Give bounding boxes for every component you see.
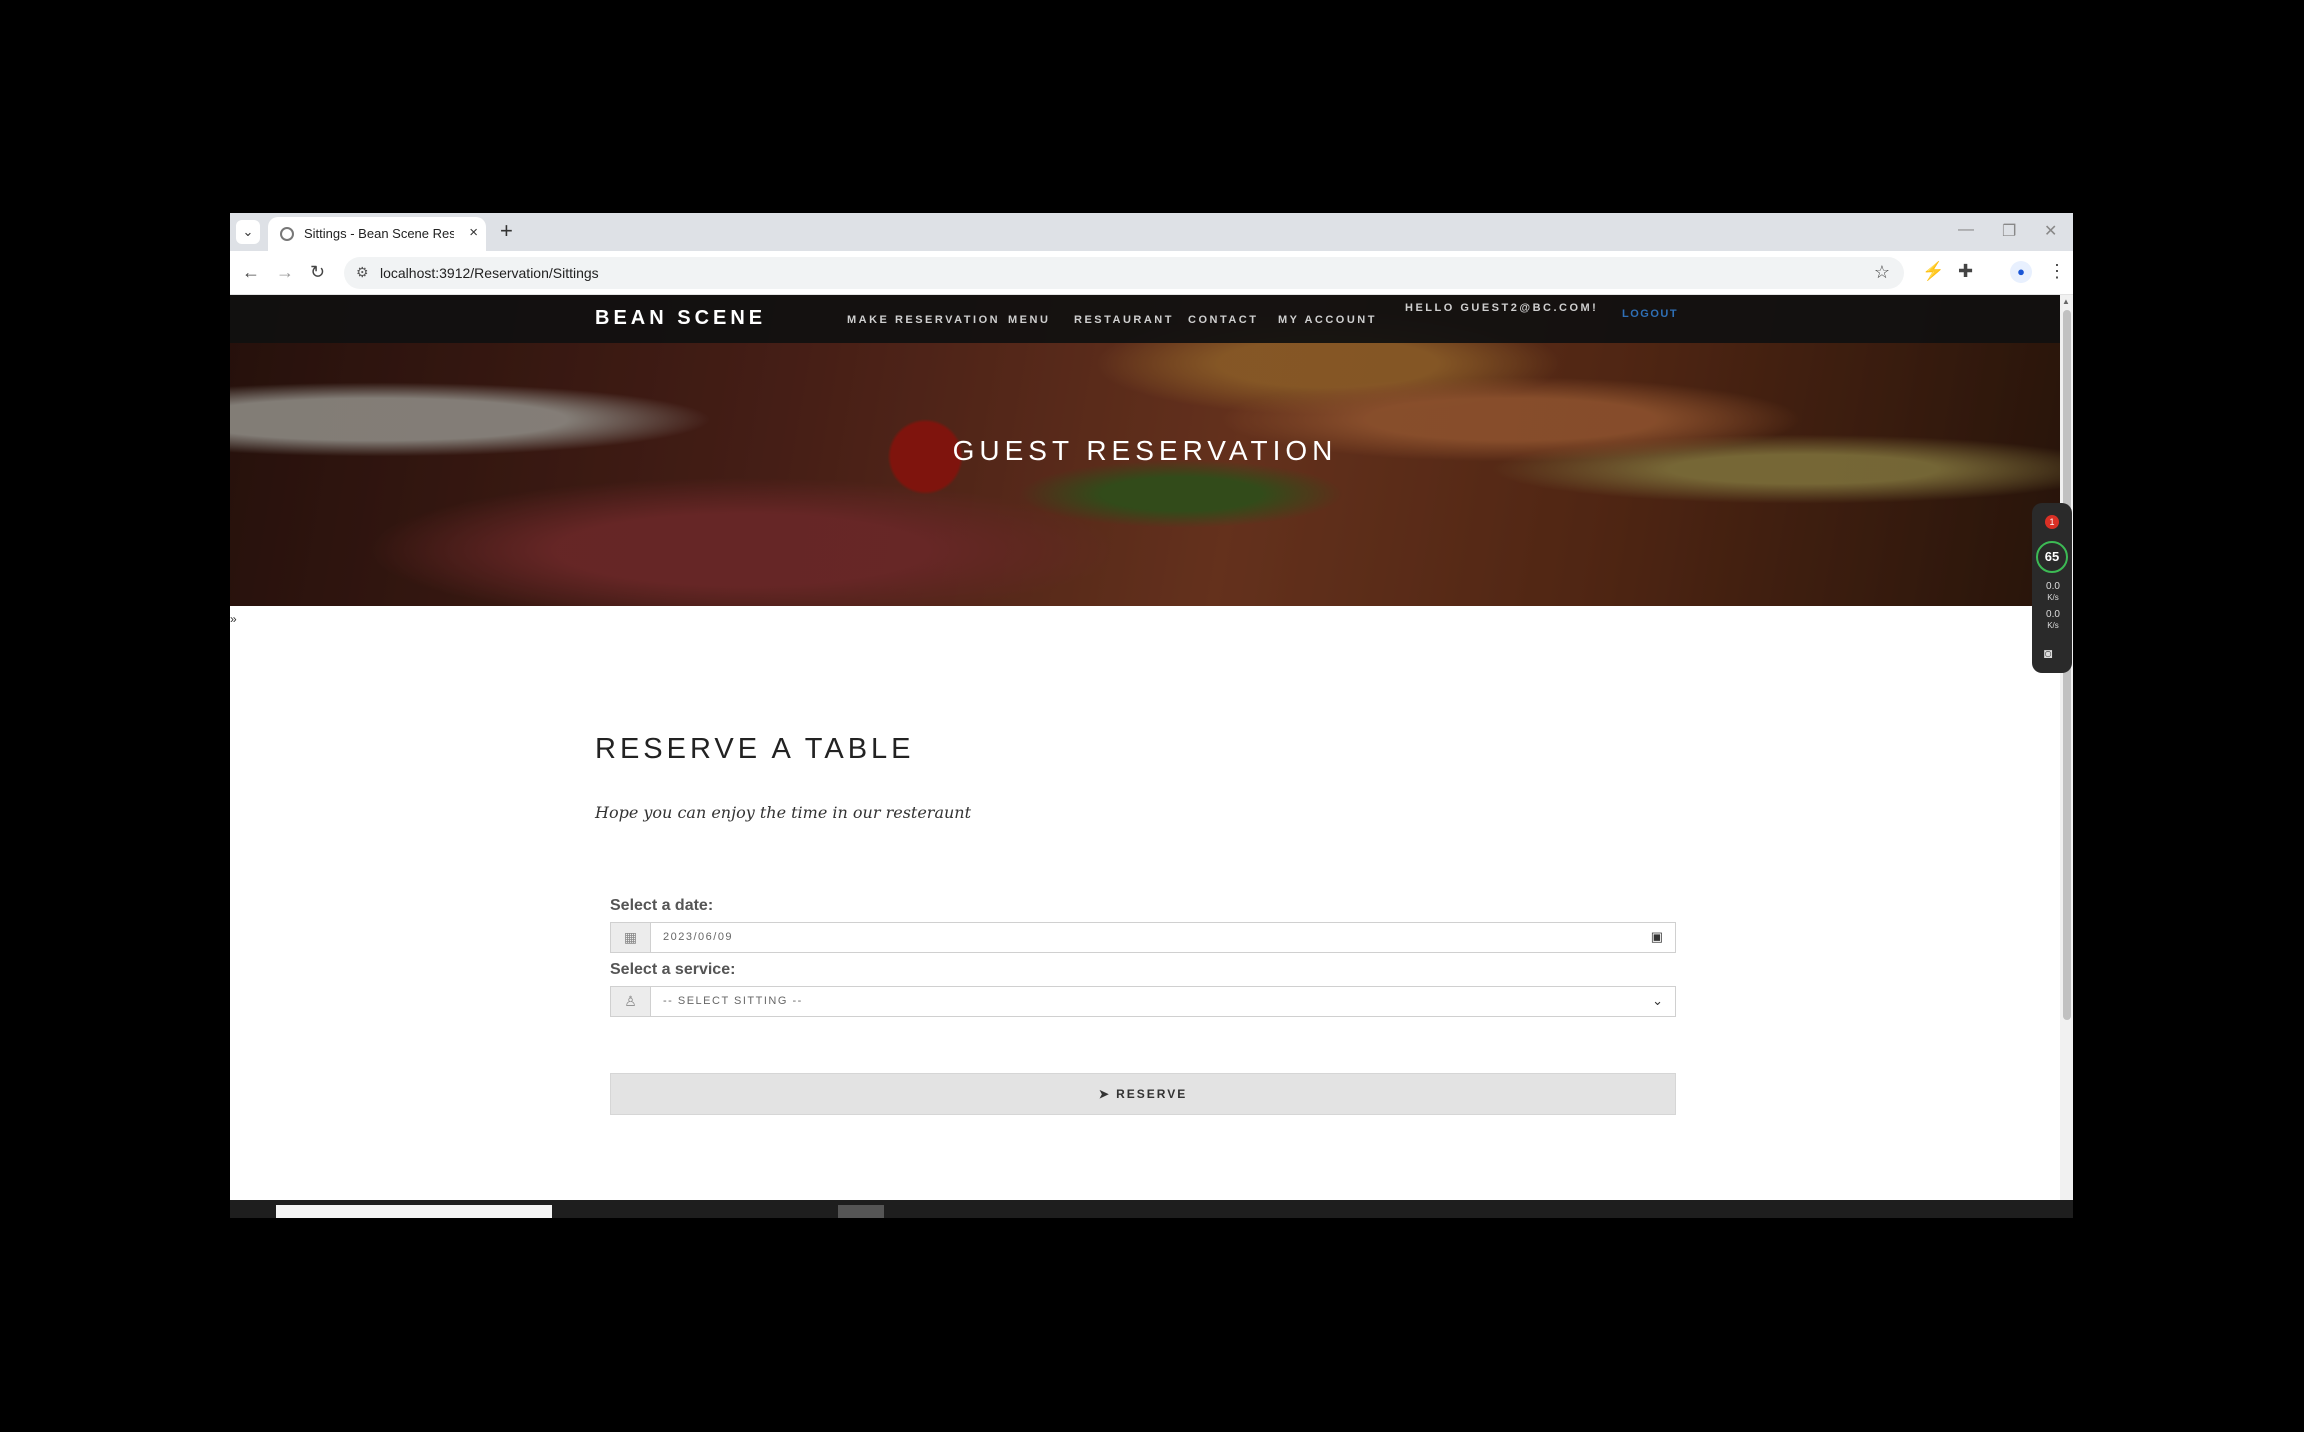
back-icon[interactable]: ← xyxy=(242,262,260,283)
nav-my-account[interactable]: MY ACCOUNT xyxy=(1278,314,1377,326)
user-greeting[interactable]: HELLO GUEST2@BC.COM! xyxy=(1405,302,1598,314)
scroll-up-icon[interactable]: ▲ xyxy=(2062,297,2070,306)
profile-icon[interactable]: ● xyxy=(2010,261,2032,283)
page-scrollbar[interactable]: ▲ ▼ xyxy=(2060,295,2073,1217)
site-navbar: BEAN SCENE MAKE RESERVATION MENU RESTAUR… xyxy=(230,295,2060,343)
tab-close-icon[interactable]: × xyxy=(469,224,478,241)
reserve-button[interactable]: ➤ RESERVE xyxy=(610,1073,1676,1115)
service-label: Select a service: xyxy=(610,961,736,978)
new-tab-button[interactable]: + xyxy=(500,218,513,244)
browser-toolbar: ← → ↻ ⚙ localhost:3912/Reservation/Sitti… xyxy=(230,251,2073,295)
window-close-icon[interactable]: ✕ xyxy=(2044,221,2057,241)
globe-icon xyxy=(280,227,294,241)
hero-title: GUEST RESERVATION xyxy=(952,435,1338,466)
brand-logo[interactable]: BEAN SCENE xyxy=(595,307,766,330)
nav-make-reservation[interactable]: MAKE RESERVATION xyxy=(847,314,1000,326)
user-addon-icon: ♙ xyxy=(611,987,651,1016)
section-subtitle: Hope you can enjoy the time in our reste… xyxy=(595,803,972,822)
date-value[interactable]: 2023/06/09 xyxy=(663,931,733,943)
chevron-double-down-icon[interactable]: » xyxy=(230,612,237,626)
page-viewport: GUEST RESERVATION BEAN SCENE MAKE RESERV… xyxy=(230,295,2060,1195)
system-monitor-widget[interactable]: 1 65 0.0 K/s 0.0 K/s ◙ xyxy=(2032,503,2072,673)
restore-icon[interactable]: ❐ xyxy=(2002,221,2016,241)
download-rate: 0.0 xyxy=(2046,609,2060,620)
tab-search-button[interactable]: ⌄ xyxy=(236,220,260,244)
chevron-down-icon[interactable]: ⌄ xyxy=(1652,993,1663,1009)
tab-active[interactable]: Sittings - Bean Scene Restaurant × xyxy=(268,217,486,251)
forward-icon[interactable]: → xyxy=(276,262,294,283)
taskbar-item[interactable] xyxy=(838,1205,884,1218)
tab-title: Sittings - Bean Scene Restaurant xyxy=(304,226,454,241)
nav-menu[interactable]: MENU xyxy=(1008,314,1050,326)
logout-link[interactable]: LOGOUT xyxy=(1622,308,1678,320)
send-icon: ➤ xyxy=(1098,1087,1111,1101)
calendar-addon-icon: ▦ xyxy=(611,923,651,952)
date-input[interactable]: ▦ 2023/06/09 ▣ xyxy=(610,922,1676,953)
usage-percent: 65 xyxy=(2036,541,2068,573)
upload-unit: K/s xyxy=(2047,593,2059,602)
nav-contact[interactable]: CONTACT xyxy=(1188,314,1258,326)
extensions-puzzle-icon[interactable]: ✚ xyxy=(1958,261,1973,282)
bottom-strip xyxy=(230,1200,2073,1218)
browser-window: ⌄ Sittings - Bean Scene Restaurant × + —… xyxy=(230,213,2073,1218)
date-label: Select a date: xyxy=(610,897,714,914)
section-title: RESERVE A TABLE xyxy=(595,733,915,765)
camera-icon[interactable]: ◙ xyxy=(2044,645,2052,661)
menu-kebab-icon[interactable]: ⋮ xyxy=(2048,261,2066,282)
reload-icon[interactable]: ↻ xyxy=(310,262,325,283)
tab-strip: ⌄ Sittings - Bean Scene Restaurant × + —… xyxy=(230,213,2073,251)
calendar-picker-icon[interactable]: ▣ xyxy=(1651,929,1663,945)
alert-badge: 1 xyxy=(2045,515,2059,529)
nav-restaurant[interactable]: RESTAURANT xyxy=(1074,314,1174,326)
url-text[interactable]: localhost:3912/Reservation/Sittings xyxy=(380,265,599,281)
service-value[interactable]: -- SELECT SITTING -- xyxy=(663,995,803,1007)
site-info-icon[interactable]: ⚙ xyxy=(356,264,369,281)
minimize-icon[interactable]: — xyxy=(1958,221,1974,239)
bookmark-star-icon[interactable]: ☆ xyxy=(1874,262,1890,283)
reserve-label: RESERVE xyxy=(1116,1087,1188,1101)
service-select[interactable]: ♙ -- SELECT SITTING -- ⌄ xyxy=(610,986,1676,1017)
upload-rate: 0.0 xyxy=(2046,581,2060,592)
extension-icon[interactable]: ⚡ xyxy=(1922,261,1944,282)
download-unit: K/s xyxy=(2047,621,2059,630)
address-bar[interactable]: ⚙ localhost:3912/Reservation/Sittings ☆ xyxy=(344,257,1904,289)
taskbar-item[interactable] xyxy=(276,1205,552,1218)
